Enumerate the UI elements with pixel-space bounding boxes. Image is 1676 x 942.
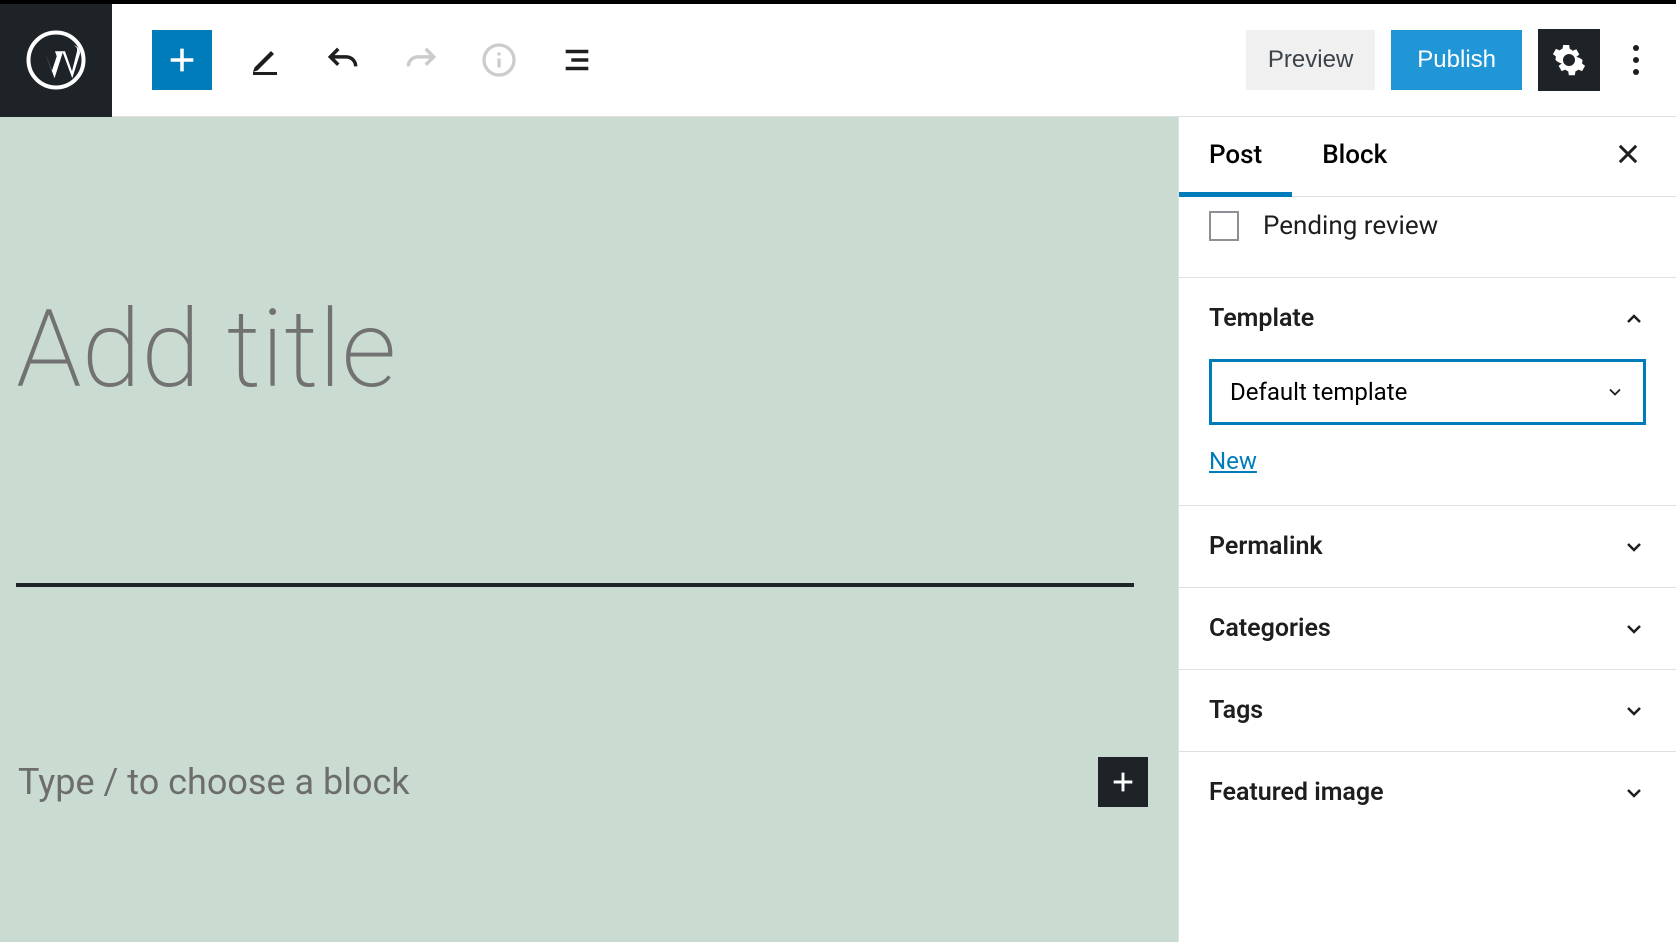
chevron-down-icon [1622,535,1646,559]
pencil-icon [247,42,283,78]
plus-icon [1109,768,1137,796]
panel-tags-header[interactable]: Tags [1179,670,1676,751]
panel-permalink-title: Permalink [1209,532,1323,561]
panel-categories-header[interactable]: Categories [1179,588,1676,669]
tab-post[interactable]: Post [1179,118,1292,197]
pending-review-checkbox[interactable] [1209,211,1239,241]
settings-button[interactable] [1538,29,1600,91]
panel-permalink: Permalink [1179,505,1676,587]
gear-icon [1551,42,1587,78]
pending-review-row: Pending review [1179,197,1676,277]
redo-icon [402,41,440,79]
undo-button[interactable] [318,35,368,85]
panel-categories: Categories [1179,587,1676,669]
publish-button[interactable]: Publish [1391,30,1522,90]
info-button[interactable] [474,35,524,85]
panel-categories-title: Categories [1209,614,1331,643]
sidebar-tabs: Post Block [1179,117,1676,197]
panel-featured-image-title: Featured image [1209,778,1384,807]
panel-template-title: Template [1209,304,1314,333]
close-sidebar-button[interactable] [1606,130,1650,184]
plus-icon [165,43,199,77]
chevron-up-icon [1622,307,1646,331]
pending-review-label: Pending review [1263,211,1438,241]
chevron-down-icon [1622,699,1646,723]
new-template-link[interactable]: New [1209,447,1257,475]
toolbar-left [112,30,602,90]
redo-button[interactable] [396,35,446,85]
panel-tags-title: Tags [1209,696,1263,725]
close-icon [1614,140,1642,168]
panel-permalink-header[interactable]: Permalink [1179,506,1676,587]
inline-add-block-button[interactable] [1098,757,1148,807]
dots-vertical-icon [1632,44,1640,76]
tab-block[interactable]: Block [1292,118,1417,197]
panel-tags: Tags [1179,669,1676,751]
editor-canvas: Type / to choose a block [0,117,1178,942]
undo-icon [324,41,362,79]
panel-featured-image-header[interactable]: Featured image [1179,752,1676,833]
template-select[interactable]: Default template [1209,359,1646,425]
panel-template-header[interactable]: Template [1179,278,1676,359]
outline-button[interactable] [552,35,602,85]
toolbar-right: Preview Publish [1246,29,1676,91]
preview-button[interactable]: Preview [1246,30,1375,90]
more-options-button[interactable] [1616,29,1656,91]
panel-featured-image: Featured image [1179,751,1676,833]
tools-button[interactable] [240,35,290,85]
wordpress-icon [26,30,86,90]
post-title-input[interactable] [16,147,1134,587]
add-block-button[interactable] [152,30,212,90]
settings-sidebar: Post Block Pending review Template Defau… [1178,117,1676,942]
panel-template: Template Default template New [1179,277,1676,505]
chevron-down-icon [1622,781,1646,805]
chevron-down-icon [1622,617,1646,641]
block-prompt-text[interactable]: Type / to choose a block [18,761,410,803]
list-view-icon [560,43,594,77]
template-select-value: Default template [1230,378,1407,406]
editor-header: Preview Publish [0,4,1676,117]
chevron-down-icon [1605,382,1625,402]
wordpress-logo[interactable] [0,4,112,117]
info-icon [481,42,517,78]
